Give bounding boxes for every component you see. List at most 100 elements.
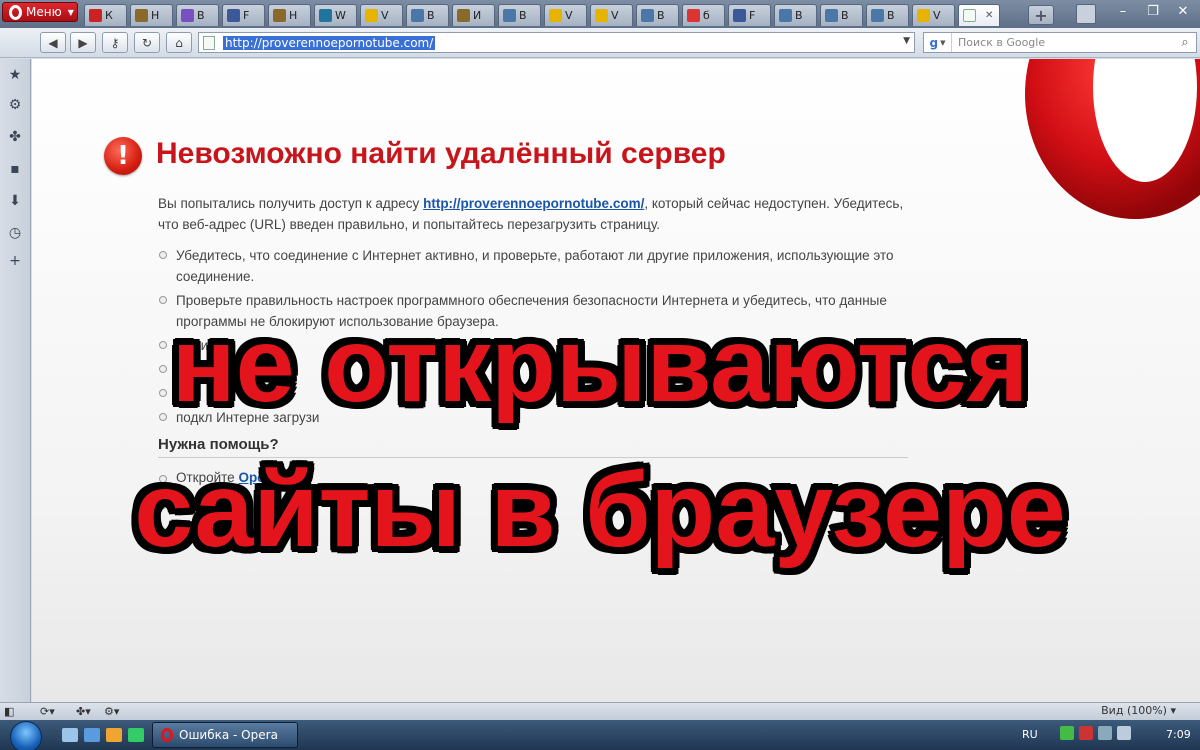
close-tab-icon[interactable]: ✕: [985, 10, 993, 21]
tab-3[interactable]: В: [176, 4, 219, 26]
restore-icon[interactable]: ❐: [1140, 2, 1166, 20]
panel-toggle-icon[interactable]: ◧: [4, 704, 14, 719]
tab-15[interactable]: F: [728, 4, 771, 26]
tab-bar: Меню ▼ К Н В F Н W V В И В V V Вб F В В В V ✕ + – ❐ ✕: [0, 0, 1200, 28]
task-label: Ошибка - Opera: [179, 728, 278, 742]
widgets-icon[interactable]: ⚙: [7, 97, 23, 113]
zoom-control[interactable]: Вид (100%) ▾: [1101, 704, 1176, 717]
tab-7[interactable]: V: [360, 4, 403, 26]
network-error-icon[interactable]: [1079, 726, 1093, 740]
home-button[interactable]: ⌂: [166, 32, 192, 53]
facebook-icon: [733, 9, 746, 22]
tab-16[interactable]: В: [774, 4, 817, 26]
tab-4[interactable]: F: [222, 4, 265, 26]
tab-active[interactable]: ✕: [958, 4, 1000, 26]
opera-logo-icon: [9, 4, 22, 20]
vk-icon: [503, 9, 516, 22]
tab-9[interactable]: И: [452, 4, 495, 26]
start-button[interactable]: [6, 720, 48, 750]
tab-6[interactable]: W: [314, 4, 357, 26]
tab-favicon-red-icon: [89, 9, 102, 22]
quicklaunch-icon[interactable]: [128, 728, 144, 742]
vk-icon: [779, 9, 792, 22]
turbo-icon[interactable]: ⟳▾: [40, 704, 55, 719]
tab-label: V: [611, 9, 619, 22]
tab-label: К: [105, 9, 113, 22]
failed-url-link[interactable]: http://proverennoepornotube.com/: [423, 196, 644, 211]
language-indicator[interactable]: RU: [1022, 728, 1038, 741]
tab-2[interactable]: Н: [130, 4, 173, 26]
opera-menu-button[interactable]: Меню ▼: [2, 2, 78, 22]
tab-17[interactable]: В: [820, 4, 863, 26]
show-desktop-icon[interactable]: [62, 728, 78, 742]
address-field[interactable]: http://proverennoepornotube.com/ ▼: [198, 32, 915, 53]
tab-5[interactable]: Н: [268, 4, 311, 26]
minimize-icon[interactable]: –: [1110, 2, 1136, 20]
back-button[interactable]: ◀: [40, 32, 66, 53]
menu-label: Меню: [26, 5, 62, 19]
facebook-icon: [227, 9, 240, 22]
tab-label: В: [841, 9, 849, 22]
address-dropdown-icon[interactable]: ▼: [903, 36, 910, 46]
tab-favicon-shield-icon: [135, 9, 148, 22]
vk-icon: [641, 9, 654, 22]
tab-13[interactable]: В: [636, 4, 679, 26]
unite-icon[interactable]: ✤: [7, 129, 23, 145]
windows-logo-icon: [10, 721, 42, 750]
tab-label: V: [933, 9, 941, 22]
tab-label: В: [427, 9, 435, 22]
search-icon[interactable]: ⌕: [1174, 35, 1196, 50]
tab-favicon-shield-icon: [273, 9, 286, 22]
flag-icon[interactable]: [1098, 726, 1112, 740]
volume-icon[interactable]: [1117, 726, 1131, 740]
downloads-icon[interactable]: ⬇: [7, 193, 23, 209]
forward-button[interactable]: ▶: [70, 32, 96, 53]
tab-label: В: [887, 9, 895, 22]
history-icon[interactable]: ◷: [7, 225, 23, 241]
tab-14[interactable]: б: [682, 4, 725, 26]
wand-button[interactable]: ⚷: [102, 32, 128, 53]
page-title: Невозможно найти удалённый сервер: [156, 137, 726, 170]
yandex-icon: [687, 9, 700, 22]
tab-11[interactable]: V: [544, 4, 587, 26]
tab-strip: К Н В F Н W V В И В V V Вб F В В В V ✕: [84, 4, 1000, 26]
description-text: Вы попытались получить доступ к адресу: [158, 196, 424, 211]
overlay-caption-line-1: не открываются: [171, 306, 1029, 424]
tab-12[interactable]: V: [590, 4, 633, 26]
settings-status-icon[interactable]: ⚙▾: [104, 704, 119, 719]
tab-favicon-purple-icon: [181, 9, 194, 22]
antivirus-icon[interactable]: [1060, 726, 1074, 740]
tab-8[interactable]: В: [406, 4, 449, 26]
unite-status-icon[interactable]: ✤▾: [76, 704, 91, 719]
reload-button[interactable]: ↻: [134, 32, 160, 53]
trash-icon[interactable]: [1076, 4, 1096, 24]
new-tab-button[interactable]: +: [1028, 5, 1054, 25]
tab-label: И: [473, 9, 482, 22]
tab-19[interactable]: V: [912, 4, 955, 26]
media-player-icon[interactable]: [106, 728, 122, 742]
tab-label: б: [703, 9, 710, 22]
tab-18[interactable]: В: [866, 4, 909, 26]
tab-label: F: [243, 9, 250, 22]
chevron-down-icon: ▼: [67, 7, 74, 17]
tab-label: В: [795, 9, 803, 22]
add-panel-icon[interactable]: +: [7, 253, 23, 269]
google-icon[interactable]: g ▼: [924, 33, 952, 52]
notes-icon[interactable]: ▪: [7, 161, 23, 177]
tab-favicon-multicolor-icon: [549, 9, 562, 22]
overlay-caption-line-2: сайты в браузере: [134, 451, 1066, 569]
clock: 7:09: [1166, 728, 1191, 741]
tab-label: F: [749, 9, 756, 22]
search-placeholder: Поиск в Google: [958, 36, 1046, 49]
home-icon: ⌂: [175, 35, 183, 50]
windows-taskbar: Ошибка - Opera RU 7:09: [0, 720, 1200, 750]
tab-10[interactable]: В: [498, 4, 541, 26]
tab-1[interactable]: К: [84, 4, 127, 26]
tab-label: Н: [289, 9, 298, 22]
taskbar-opera-button[interactable]: Ошибка - Opera: [152, 722, 298, 748]
bookmarks-icon[interactable]: ★: [7, 67, 23, 83]
explorer-icon[interactable]: [84, 728, 100, 742]
close-icon[interactable]: ✕: [1170, 2, 1196, 20]
tab-label: V: [381, 9, 389, 22]
search-field[interactable]: g ▼ Поиск в Google ⌕: [923, 32, 1197, 53]
